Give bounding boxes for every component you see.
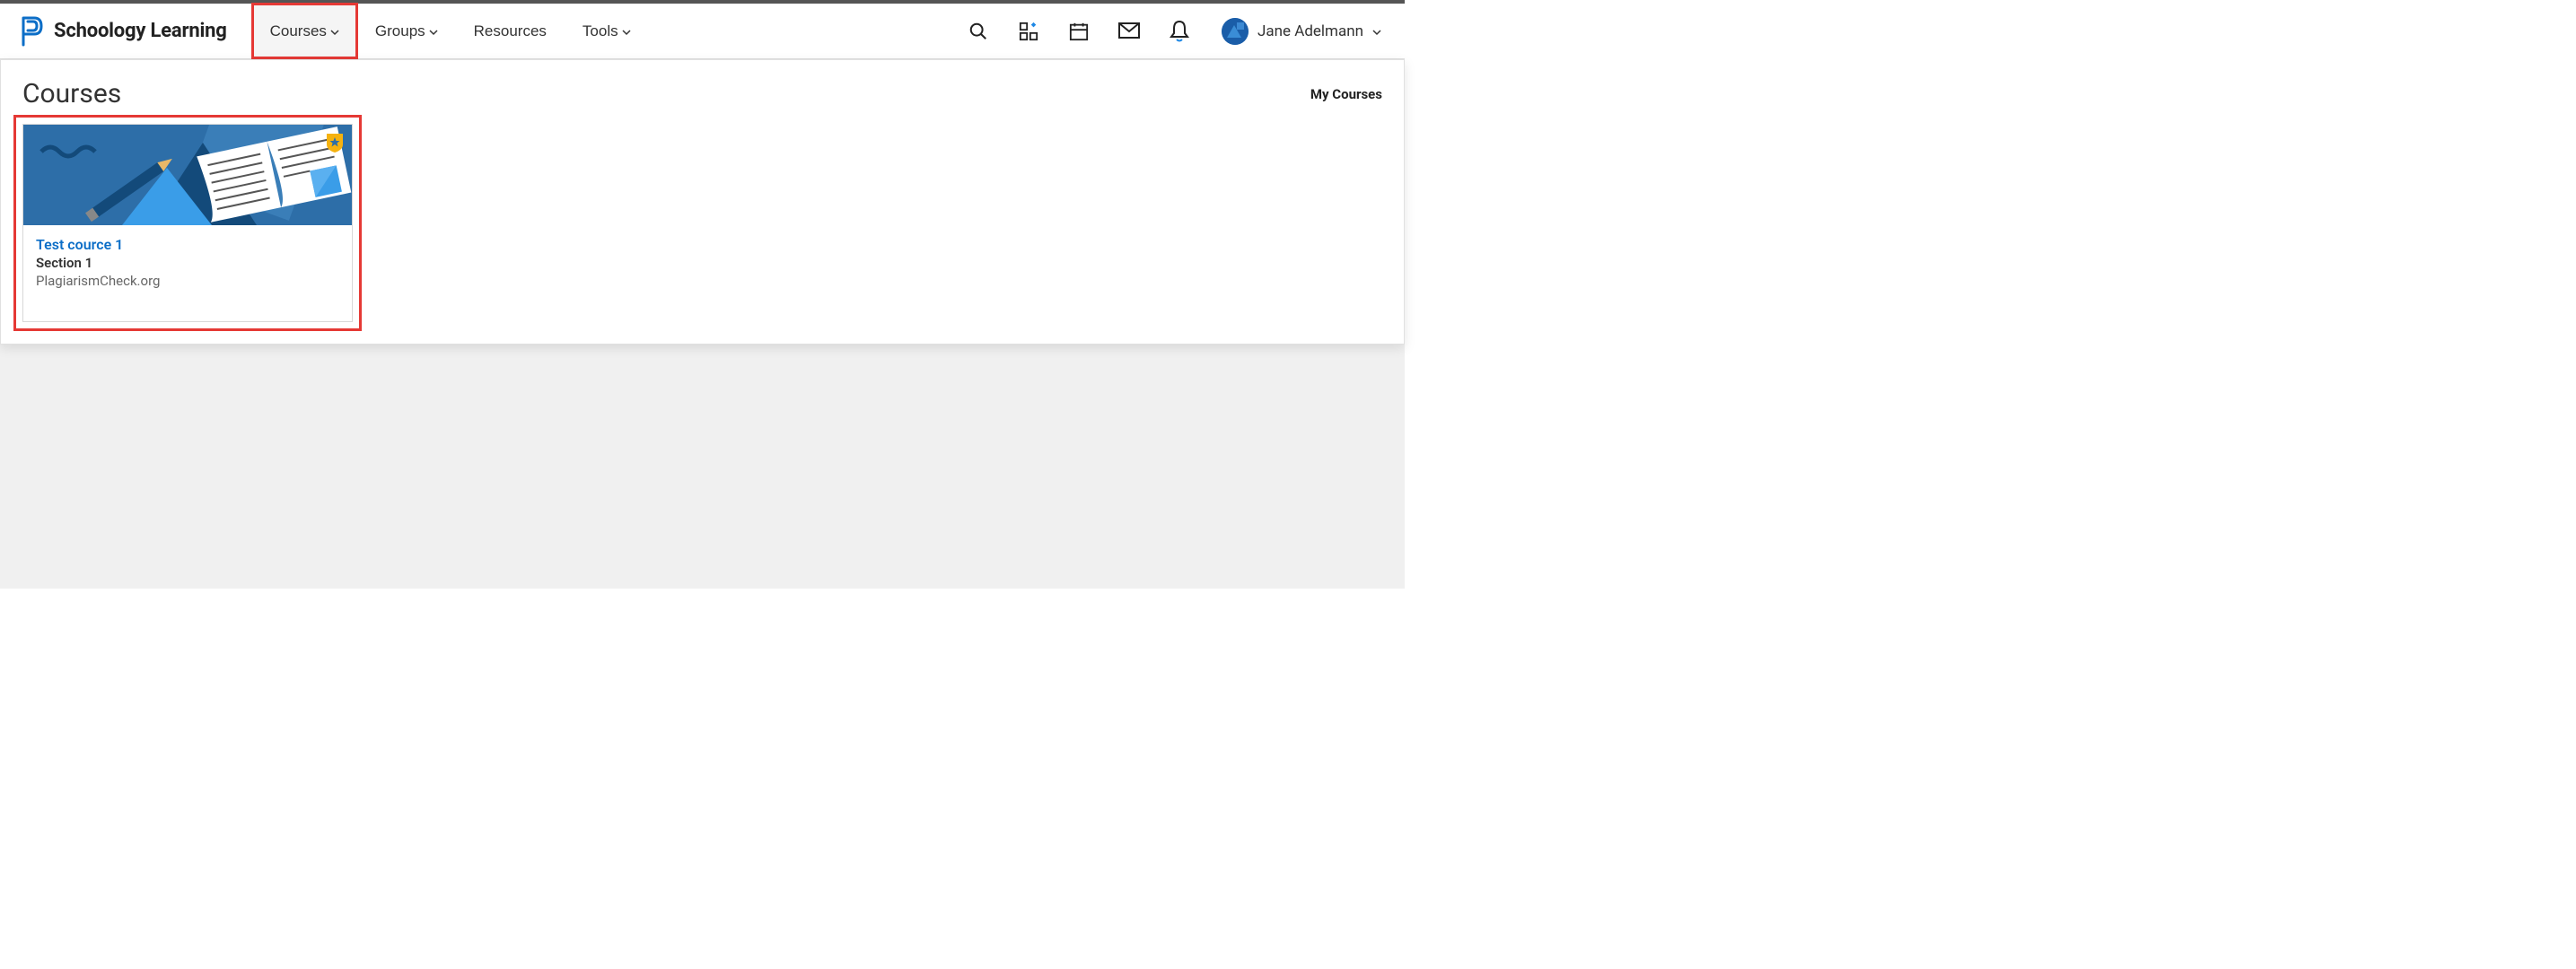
main-nav: Courses Groups Resources Tools (252, 4, 649, 58)
nav-groups-label: Groups (375, 22, 425, 40)
calendar-icon (1069, 22, 1089, 41)
notifications-button[interactable] (1168, 20, 1191, 43)
nav-courses[interactable]: Courses (252, 4, 357, 58)
course-info: Test cource 1 Section 1 PlagiarismCheck.… (23, 225, 352, 321)
course-grid: Test cource 1 Section 1 PlagiarismCheck.… (22, 124, 1382, 322)
chevron-down-icon (429, 28, 438, 37)
brand-logo[interactable]: Schoology Learning (20, 16, 227, 47)
my-courses-link[interactable]: My Courses (1310, 86, 1382, 102)
chevron-down-icon (622, 28, 631, 37)
brand-name: Schoology Learning (54, 20, 227, 42)
search-icon (968, 22, 988, 41)
user-menu[interactable]: Jane Adelmann (1218, 11, 1385, 52)
nav-groups[interactable]: Groups (357, 4, 456, 58)
calendar-button[interactable] (1067, 20, 1091, 43)
nav-tools-label: Tools (583, 22, 618, 40)
course-card[interactable]: Test cource 1 Section 1 PlagiarismCheck.… (22, 124, 353, 322)
course-section: Section 1 (36, 255, 339, 271)
apps-button[interactable] (1017, 20, 1040, 43)
chevron-down-icon (1372, 28, 1381, 37)
bell-icon (1170, 20, 1189, 43)
nav-courses-label: Courses (270, 22, 327, 40)
course-title: Test cource 1 (36, 236, 339, 253)
dropdown-title: Courses (22, 78, 121, 109)
chevron-down-icon (330, 28, 339, 37)
mail-icon (1118, 22, 1140, 40)
header-right: Jane Adelmann (967, 11, 1385, 52)
avatar (1222, 18, 1249, 45)
user-name: Jane Adelmann (1257, 22, 1363, 40)
course-thumbnail (23, 125, 352, 225)
nav-resources[interactable]: Resources (456, 4, 565, 58)
admin-badge-icon (325, 132, 345, 153)
courses-dropdown: Courses My Courses (0, 59, 1405, 345)
search-button[interactable] (967, 20, 990, 43)
mail-button[interactable] (1117, 20, 1141, 43)
nav-resources-label: Resources (474, 22, 547, 40)
course-school: PlagiarismCheck.org (36, 273, 339, 289)
dropdown-header: Courses My Courses (22, 78, 1382, 109)
header: Schoology Learning Courses Groups Resour… (0, 4, 1405, 59)
nav-tools[interactable]: Tools (565, 4, 649, 58)
logo-icon (20, 16, 45, 47)
apps-icon (1019, 22, 1038, 41)
